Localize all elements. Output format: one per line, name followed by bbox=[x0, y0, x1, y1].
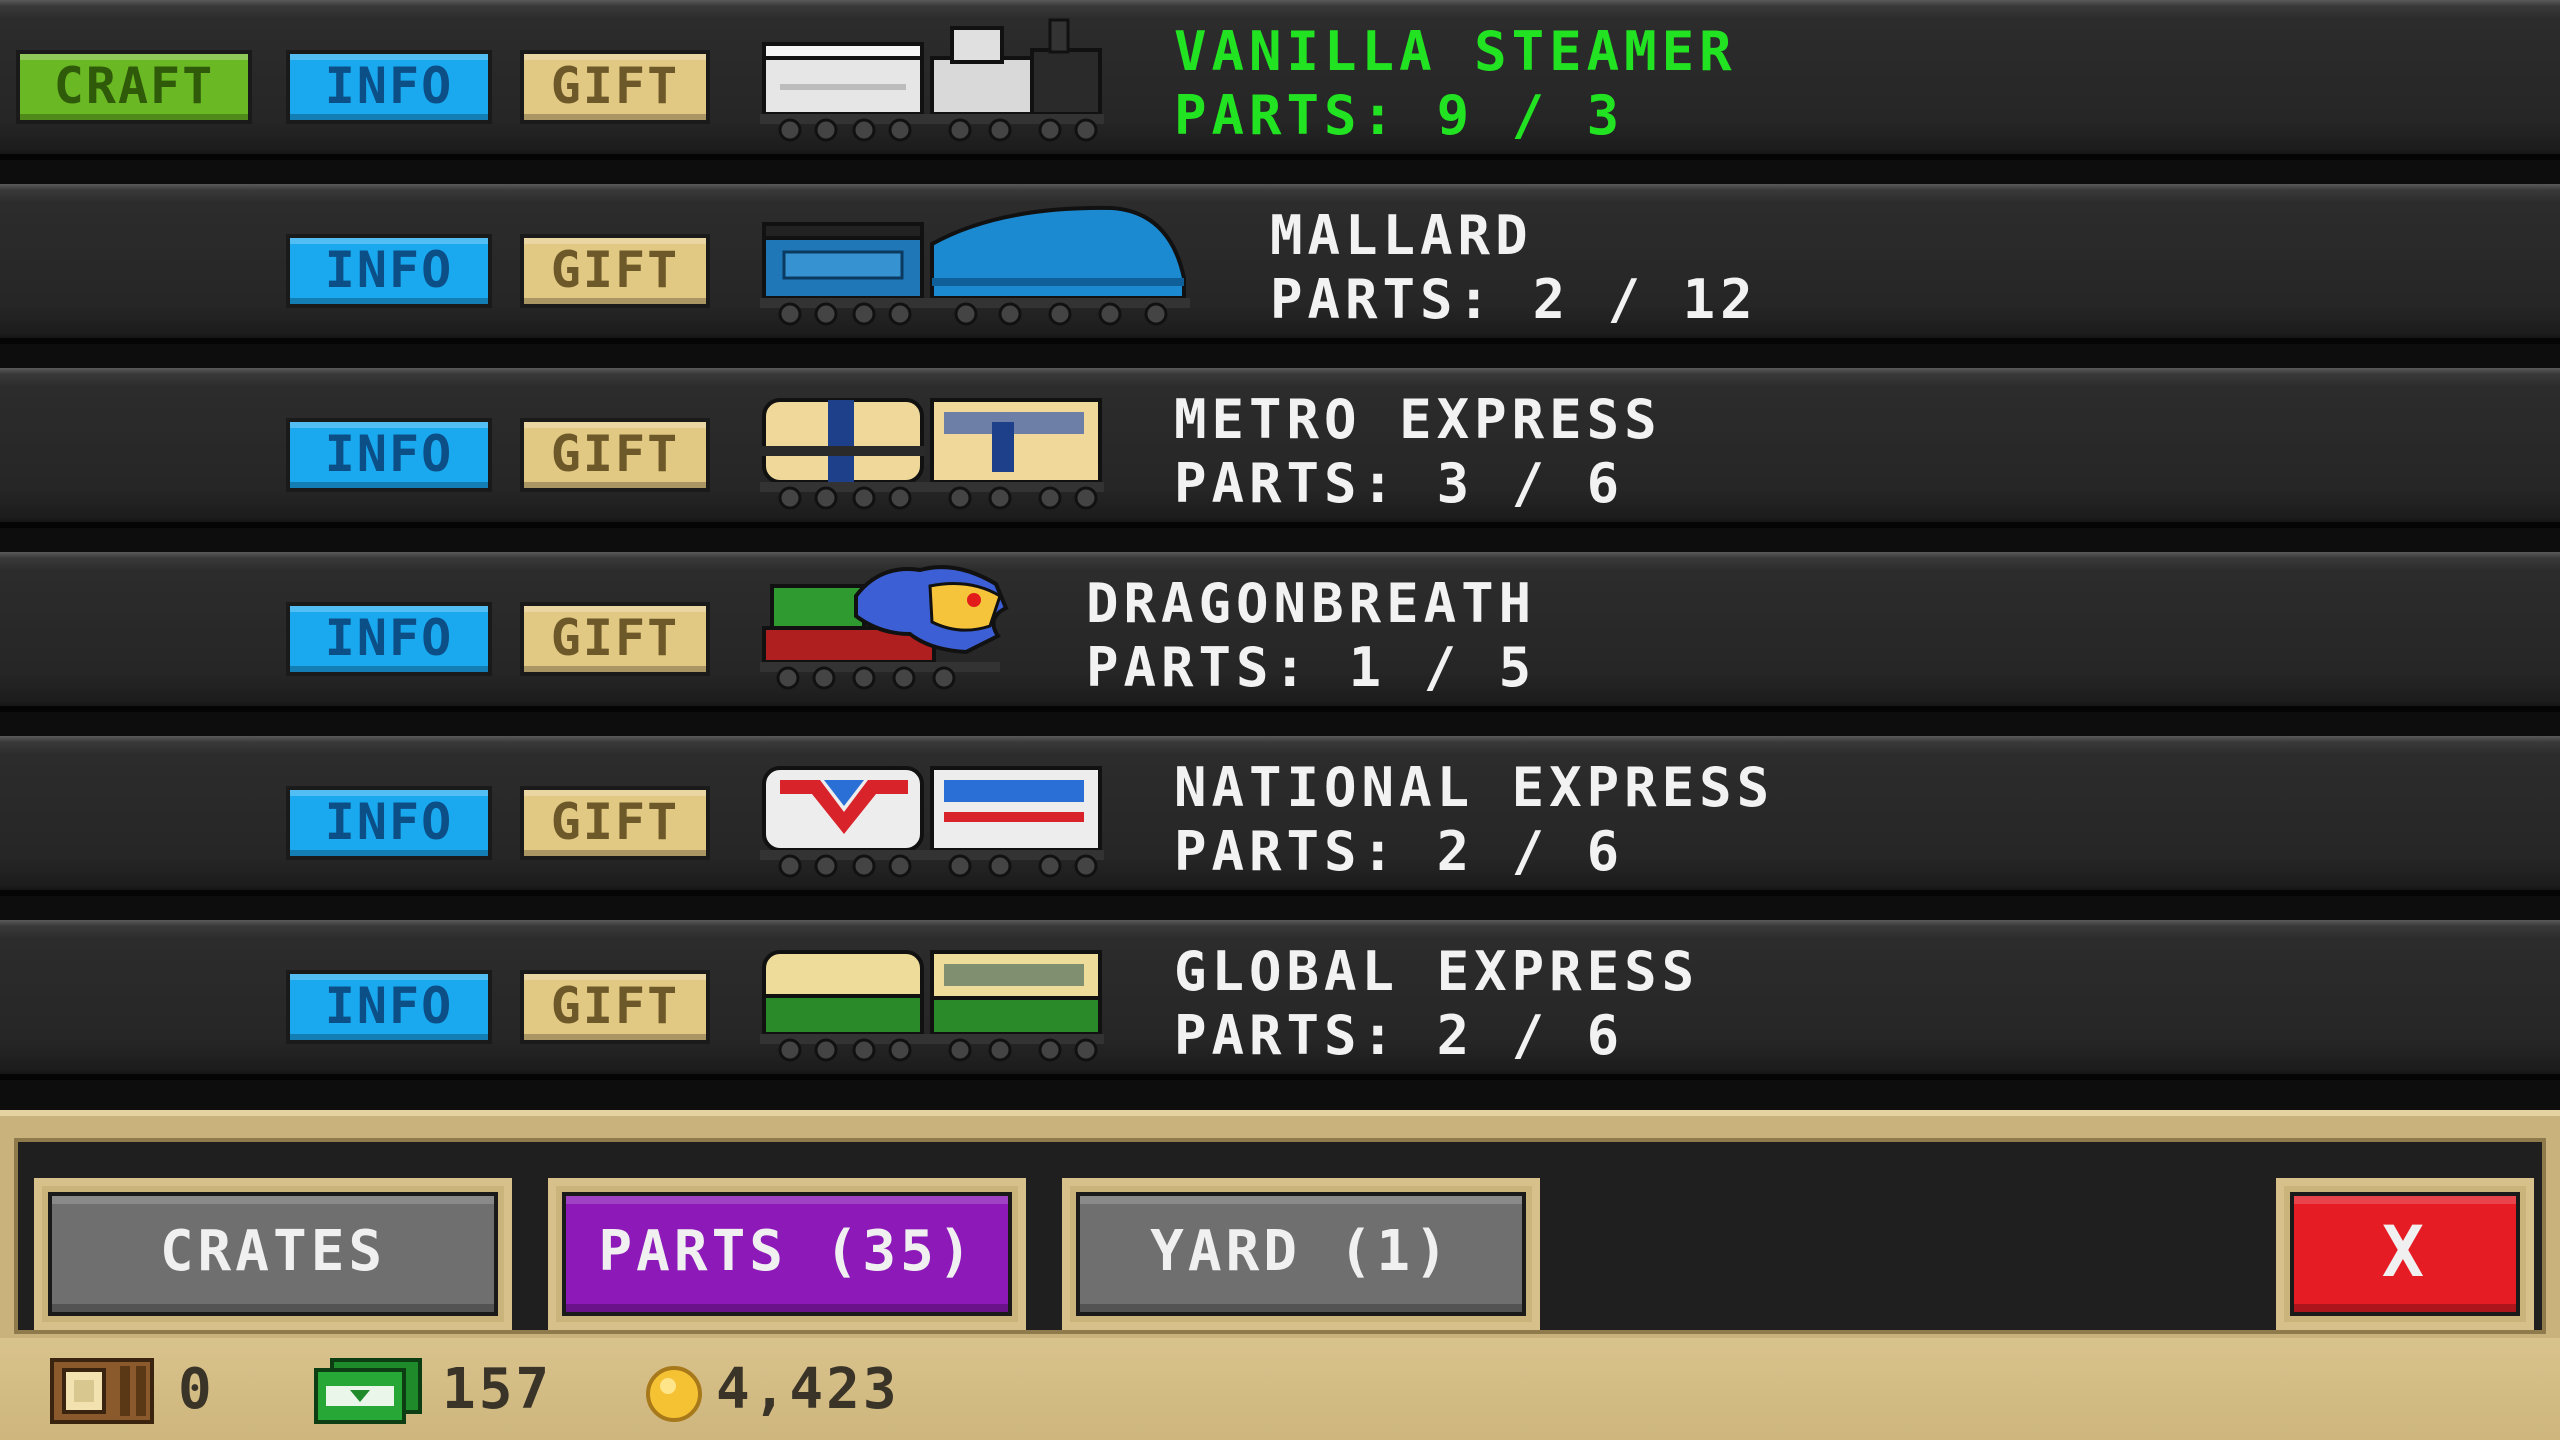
tab-crates-label: CRATES bbox=[48, 1192, 498, 1316]
info-button[interactable]: INFO bbox=[286, 234, 492, 308]
dragon-train-icon bbox=[760, 565, 1009, 690]
list-item: INFO GIFT GLOBAL EXPRESS PARTS: 2 / 6 bbox=[0, 920, 2560, 1080]
tab-crates[interactable]: CRATES bbox=[34, 1178, 512, 1330]
cash-icon bbox=[314, 1358, 422, 1424]
cash-amount: 157 bbox=[442, 1357, 553, 1422]
parts-count: PARTS: 1 / 5 bbox=[1086, 636, 1537, 699]
gift-button[interactable]: GIFT bbox=[520, 970, 710, 1044]
info-button[interactable]: INFO bbox=[286, 50, 492, 124]
parts-count: PARTS: 2 / 6 bbox=[1174, 1004, 1625, 1067]
coins-amount: 4,423 bbox=[716, 1357, 900, 1422]
parts-count: PARTS: 3 / 6 bbox=[1174, 452, 1625, 515]
gift-button[interactable]: GIFT bbox=[520, 234, 710, 308]
steam-train-icon bbox=[760, 18, 1104, 142]
gift-button[interactable]: GIFT bbox=[520, 50, 710, 124]
national-train-icon bbox=[760, 766, 1104, 878]
diesel-train-icon bbox=[760, 398, 1104, 510]
close-icon: X bbox=[2290, 1192, 2520, 1316]
close-button[interactable]: X bbox=[2276, 1178, 2534, 1330]
gift-button[interactable]: GIFT bbox=[520, 786, 710, 860]
crates-count: 0 bbox=[178, 1357, 215, 1422]
train-name: METRO EXPRESS bbox=[1174, 388, 1662, 451]
tab-yard[interactable]: YARD (1) bbox=[1062, 1178, 1540, 1330]
parts-count: PARTS: 9 / 3 bbox=[1174, 84, 1625, 147]
info-button[interactable]: INFO bbox=[286, 418, 492, 492]
list-item: CRAFT INFO GIFT VANILLA STEAMER PARTS: 9… bbox=[0, 0, 2560, 160]
list-item: INFO GIFT NATIONAL EXPRESS PARTS: 2 / 6 bbox=[0, 736, 2560, 896]
list-item: INFO GIFT METRO EXPRESS PARTS: 3 / 6 bbox=[0, 368, 2560, 528]
train-name: VANILLA STEAMER bbox=[1174, 20, 1737, 83]
mallard-train-icon bbox=[760, 205, 1190, 326]
tab-parts-label: PARTS (35) bbox=[562, 1192, 1012, 1316]
parts-count: PARTS: 2 / 6 bbox=[1174, 820, 1625, 883]
train-name: DRAGONBREATH bbox=[1086, 572, 1537, 635]
info-button[interactable]: INFO bbox=[286, 970, 492, 1044]
crate-icon bbox=[50, 1358, 154, 1424]
coin-icon bbox=[646, 1366, 702, 1422]
list-item: INFO GIFT MALLARD PARTS: 2 / 12 bbox=[0, 184, 2560, 344]
parts-count: PARTS: 2 / 12 bbox=[1270, 268, 1758, 331]
train-name: NATIONAL EXPRESS bbox=[1174, 756, 1775, 819]
info-button[interactable]: INFO bbox=[286, 602, 492, 676]
train-name: GLOBAL EXPRESS bbox=[1174, 940, 1700, 1003]
gift-button[interactable]: GIFT bbox=[520, 602, 710, 676]
global-train-icon bbox=[760, 950, 1104, 1062]
parts-list: CRAFT INFO GIFT VANILLA STEAMER PARTS: 9… bbox=[0, 0, 2560, 1110]
tab-parts[interactable]: PARTS (35) bbox=[548, 1178, 1026, 1330]
craft-button[interactable]: CRAFT bbox=[16, 50, 252, 124]
list-item: INFO GIFT DRAGONBREATH PARTS: 1 / 5 bbox=[0, 552, 2560, 712]
bottom-panel: CRATES PARTS (35) YARD (1) X 0 157 4,423 bbox=[0, 1110, 2560, 1440]
tab-yard-label: YARD (1) bbox=[1076, 1192, 1526, 1316]
info-button[interactable]: INFO bbox=[286, 786, 492, 860]
train-name: MALLARD bbox=[1270, 204, 1533, 267]
currency-bar: 0 157 4,423 bbox=[0, 1338, 2560, 1440]
gift-button[interactable]: GIFT bbox=[520, 418, 710, 492]
tab-bar: CRATES PARTS (35) YARD (1) X bbox=[14, 1138, 2546, 1334]
